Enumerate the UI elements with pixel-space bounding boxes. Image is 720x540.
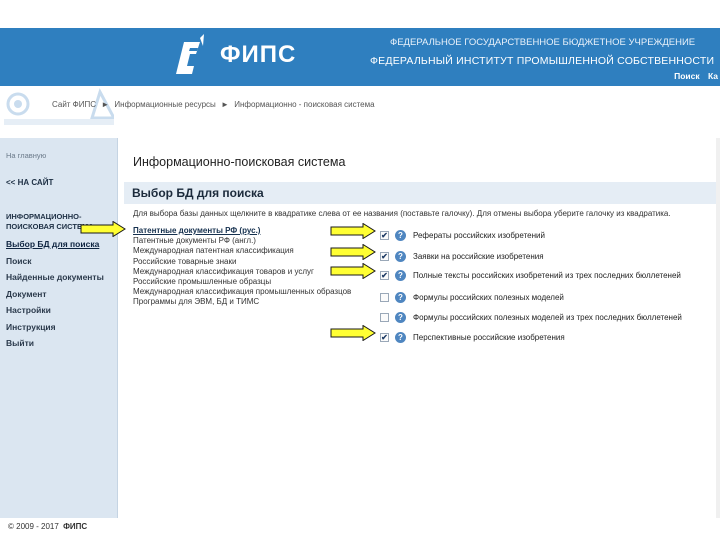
db-checkbox[interactable] — [380, 312, 389, 322]
category-item[interactable]: Патентные документы РФ (рус.) — [133, 226, 351, 236]
sidebar-item-document[interactable]: Документ — [6, 286, 104, 303]
breadcrumb: Сайт ФИПС ► Информационные ресурсы ► Инф… — [52, 100, 378, 109]
category-item[interactable]: Международная классификация промышленных… — [133, 287, 351, 297]
sidebar-item-search[interactable]: Поиск — [6, 253, 104, 270]
db-option-label[interactable]: Полные тексты российских изобретений из … — [413, 271, 681, 280]
sidebar-home-link[interactable]: На главную — [6, 151, 46, 160]
category-item[interactable]: Патентные документы РФ (англ.) — [133, 236, 351, 246]
category-item[interactable]: Российские промышленные образцы — [133, 277, 351, 287]
help-icon[interactable]: ? — [395, 250, 406, 262]
scrollbar-track[interactable] — [716, 138, 720, 518]
org-name-line2: ФЕДЕРАЛЬНЫЙ ИНСТИТУТ ПРОМЫШЛЕННОЙ СОБСТВ… — [370, 55, 715, 67]
sidebar-item-instruction[interactable]: Инструкция — [6, 319, 104, 336]
db-option-row: ? Формулы российских полезных моделей — [380, 290, 564, 304]
db-checkbox[interactable] — [380, 292, 389, 302]
db-checkbox[interactable]: ✔ — [380, 270, 389, 280]
breadcrumb-separator: ► — [101, 100, 110, 109]
help-icon[interactable]: ? — [395, 291, 406, 303]
db-option-row: ✔ ? Полные тексты российских изобретений… — [380, 268, 681, 282]
fips-logo-icon[interactable] — [170, 34, 210, 78]
arrow-pointer-icon — [330, 325, 376, 341]
category-item[interactable]: Программы для ЭВМ, БД и ТИМС — [133, 297, 351, 307]
sidebar: На главную << НА САЙТ ИНФОРМАЦИОННО-ПОИС… — [0, 138, 118, 518]
db-checkbox[interactable]: ✔ — [380, 332, 389, 342]
arrow-pointer-icon — [330, 244, 376, 260]
copyright-years: © 2009 - 2017 — [8, 522, 59, 531]
copyright-brand: ФИПС — [63, 522, 88, 531]
breadcrumb-site[interactable]: Сайт ФИПС — [52, 100, 96, 109]
db-option-label[interactable]: Формулы российских полезных моделей — [413, 293, 564, 302]
org-name-line1: ФЕДЕРАЛЬНОЕ ГОСУДАРСТВЕННОЕ БЮДЖЕТНОЕ УЧ… — [390, 37, 696, 48]
help-icon[interactable]: ? — [395, 229, 406, 241]
db-option-row: ✔ ? Перспективные российские изобретения — [380, 330, 565, 344]
db-option-label[interactable]: Перспективные российские изобретения — [413, 333, 565, 342]
db-option-row: ✔ ? Заявки на российские изобретения — [380, 249, 544, 263]
category-item[interactable]: Российские товарные знаки — [133, 257, 351, 267]
page-title: Информационно-поисковая система — [133, 155, 346, 169]
section-title: Выбор БД для поиска — [132, 186, 264, 200]
category-item[interactable]: Международная классификация товаров и ус… — [133, 267, 351, 277]
sidebar-item-settings[interactable]: Настройки — [6, 302, 104, 319]
breadcrumb-resources[interactable]: Информационные ресурсы — [114, 100, 215, 109]
arrow-pointer-icon — [330, 263, 376, 279]
instruction-text: Для выбора базы данных щелкните в квадра… — [133, 209, 671, 218]
db-checkbox[interactable]: ✔ — [380, 251, 389, 261]
header-links: Поиск Ка — [668, 71, 718, 81]
breadcrumb-separator: ► — [221, 100, 229, 109]
site-header: ФИПС ФЕДЕРАЛЬНОЕ ГОСУДАРСТВЕННОЕ БЮДЖЕТН… — [0, 28, 720, 86]
help-icon[interactable]: ? — [395, 331, 406, 343]
top-margin — [0, 0, 720, 28]
sidebar-menu: Выбор БД для поиска Поиск Найденные доку… — [6, 236, 104, 352]
arrow-pointer-icon — [330, 223, 376, 239]
sidebar-item-logout[interactable]: Выйти — [6, 335, 104, 352]
help-icon[interactable]: ? — [395, 311, 406, 323]
db-option-label[interactable]: Формулы российских полезных моделей из т… — [413, 313, 682, 322]
db-option-row: ✔ ? Рефераты российских изобретений — [380, 228, 545, 242]
category-list: Патентные документы РФ (рус.) Патентные … — [133, 226, 351, 308]
db-checkbox[interactable]: ✔ — [380, 230, 389, 240]
header-link-cabinet[interactable]: Ка — [708, 71, 718, 81]
arrow-pointer-icon — [80, 221, 126, 237]
breadcrumb-current: Информационно - поисковая система — [234, 100, 375, 109]
banner — [0, 86, 720, 138]
db-option-label[interactable]: Заявки на российские изобретения — [413, 252, 544, 261]
sidebar-item-found-docs[interactable]: Найденные документы — [6, 269, 104, 286]
db-option-label[interactable]: Рефераты российских изобретений — [413, 231, 545, 240]
brand-name[interactable]: ФИПС — [220, 41, 296, 69]
help-icon[interactable]: ? — [395, 269, 406, 281]
category-item[interactable]: Международная патентная классификация — [133, 246, 351, 256]
emblem-decoration-icon — [4, 88, 114, 125]
sidebar-back-to-site[interactable]: << НА САЙТ — [6, 178, 53, 187]
header-link-search[interactable]: Поиск — [674, 71, 700, 81]
sidebar-item-db-select[interactable]: Выбор БД для поиска — [6, 236, 104, 253]
footer-copyright: © 2009 - 2017 ФИПС — [8, 522, 87, 531]
db-option-row: ? Формулы российских полезных моделей из… — [380, 310, 682, 324]
